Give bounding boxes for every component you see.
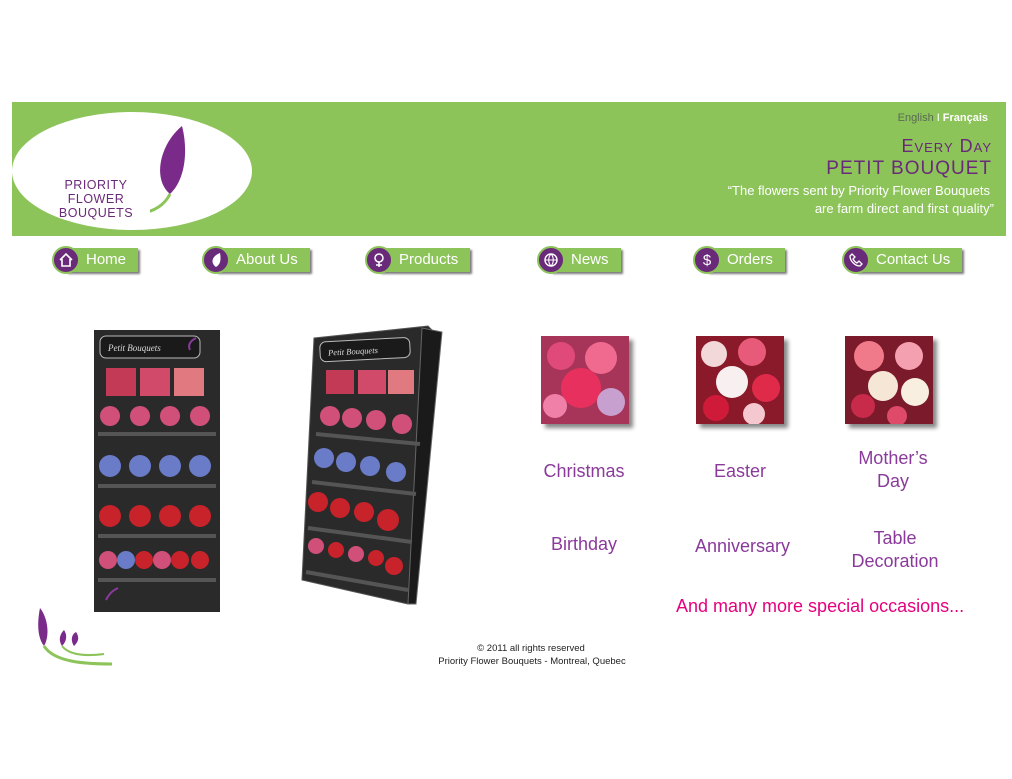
nav-contact-label: Contact Us: [856, 248, 963, 272]
flower-icon: [365, 246, 393, 274]
occasion-mothers-day-link[interactable]: Mother’s Day: [848, 447, 938, 493]
nav-about-label: About Us: [216, 248, 310, 272]
home-icon: [52, 246, 80, 274]
nav-contact-button[interactable]: Contact Us: [842, 246, 963, 274]
logo-line1: PRIORITY FLOWER: [64, 178, 128, 206]
logo-line2: BOUQUETS: [58, 206, 134, 220]
lang-english-link[interactable]: English: [898, 112, 934, 124]
phone-icon: [842, 246, 870, 274]
leaf-icon: [202, 246, 230, 274]
nav-home-button[interactable]: Home: [52, 246, 139, 274]
nav-products-button[interactable]: Products: [365, 246, 471, 274]
footer-copyright: © 2011 all rights reserved: [477, 643, 585, 654]
leaf-logo-icon: [150, 126, 186, 213]
dollar-icon: $: [693, 246, 721, 274]
occasion-christmas-link[interactable]: Christmas: [529, 460, 639, 483]
quote-line2: are farm direct and first quality”: [814, 201, 994, 216]
rack-sign-text: Petit Bouquets: [107, 343, 161, 353]
tagline-every-day: Every Day: [901, 136, 992, 156]
footer-company: Priority Flower Bouquets - Montreal, Que…: [438, 656, 626, 667]
lang-french-link[interactable]: Français: [943, 112, 988, 124]
easter-bouquet-image[interactable]: [696, 336, 784, 424]
occasion-table-decoration-link[interactable]: Table Decoration: [840, 527, 950, 573]
lang-separator: I: [936, 112, 940, 124]
language-switcher: English I Français: [898, 112, 988, 124]
occasion-anniversary-link[interactable]: Anniversary: [680, 535, 805, 558]
logo[interactable]: PRIORITY FLOWER BOUQUETS: [36, 178, 156, 220]
display-rack-angled: Petit Bouquets: [301, 325, 443, 605]
occasion-birthday-link[interactable]: Birthday: [529, 533, 639, 556]
nav-about-button[interactable]: About Us: [202, 246, 310, 274]
more-occasions-text: And many more special occasions...: [676, 596, 965, 616]
nav-orders-button[interactable]: $ Orders: [693, 246, 785, 274]
mothers-day-bouquet-image[interactable]: [845, 336, 933, 424]
occasion-easter-link[interactable]: Easter: [685, 460, 795, 483]
display-rack-front: Petit Bouquets: [94, 330, 220, 612]
corner-leaves-icon: [38, 608, 113, 666]
christmas-bouquet-image[interactable]: [541, 336, 629, 424]
quote-line1: “The flowers sent by Priority Flower Bou…: [727, 183, 990, 198]
tagline-petit-bouquet: PETIT BOUQUET: [826, 158, 992, 179]
nav-news-button[interactable]: News: [537, 246, 621, 274]
globe-icon: [537, 246, 565, 274]
